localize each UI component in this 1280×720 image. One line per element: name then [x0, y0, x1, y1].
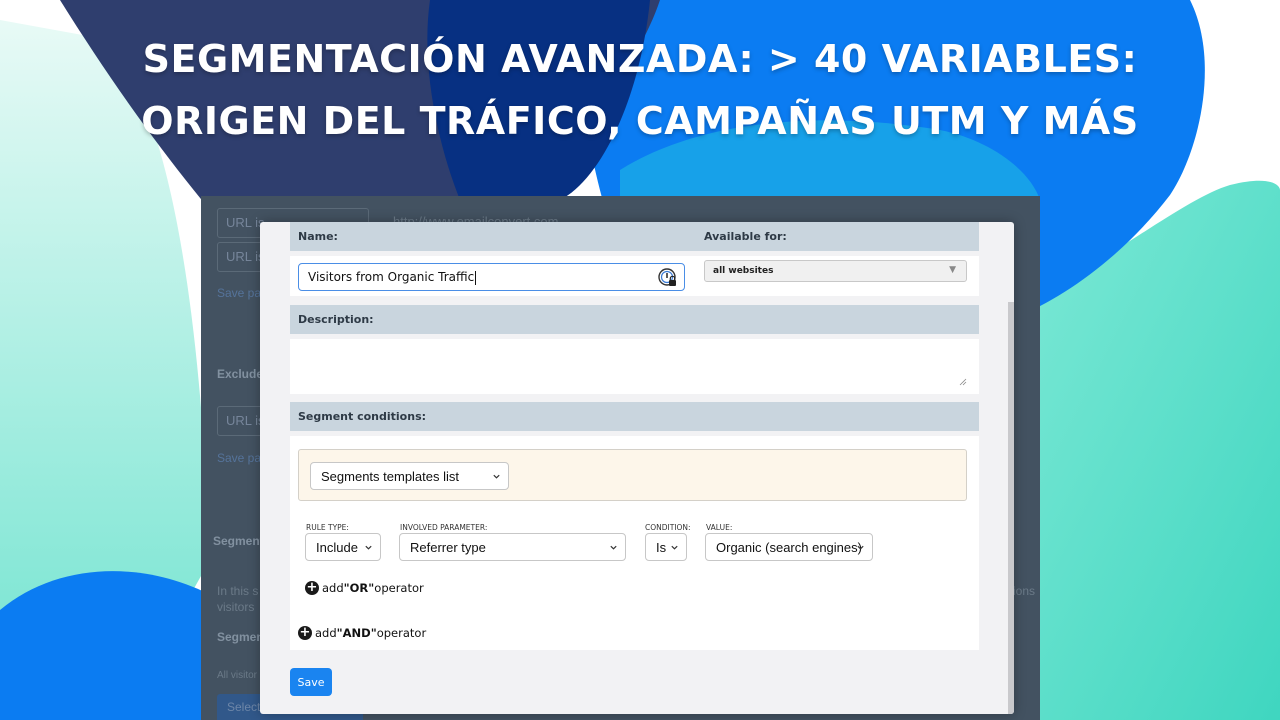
value-value: Organic (search engines)	[716, 540, 862, 555]
segments-templates-select[interactable]: Segments templates list	[310, 462, 509, 490]
or-keyword: "OR"	[343, 581, 375, 595]
save-button[interactable]: Save	[290, 668, 332, 696]
templates-box: Segments templates list	[298, 449, 967, 501]
and-suffix: operator	[376, 626, 427, 640]
value-label: VALUE:	[706, 523, 733, 532]
and-keyword: "AND"	[336, 626, 377, 640]
save-link: Save pa	[217, 286, 262, 300]
templates-select-value: Segments templates list	[321, 469, 460, 484]
headline: SEGMENTACIÓN AVANZADA: > 40 VARIABLES: O…	[0, 28, 1280, 152]
resize-handle-icon[interactable]	[959, 378, 967, 386]
chevron-down-icon	[671, 545, 678, 550]
segment-name-input[interactable]: Visitors from Organic Traffic	[298, 263, 685, 291]
headline-line-1: SEGMENTACIÓN AVANZADA: > 40 VARIABLES:	[142, 37, 1138, 81]
or-prefix: add	[322, 581, 344, 595]
value-select[interactable]: Organic (search engines)	[705, 533, 873, 561]
segment-label-2: Segmen	[217, 630, 264, 644]
name-panel: Visitors from Organic Traffic all websit…	[290, 256, 979, 296]
save-link-2: Save pa	[217, 451, 262, 465]
condition-label: CONDITION:	[645, 523, 691, 532]
description-textarea[interactable]	[290, 339, 979, 394]
intro-text-2: visitors	[217, 600, 255, 614]
segment-name-value: Visitors from Organic Traffic	[308, 270, 475, 284]
rule-type-label: RULE TYPE:	[306, 523, 349, 532]
conditions-header: Segment conditions:	[298, 410, 427, 423]
text-cursor	[475, 270, 477, 285]
intro-tail: ions	[1013, 584, 1036, 598]
and-prefix: add	[315, 626, 337, 640]
parameter-label: INVOLVED PARAMETER:	[400, 523, 488, 532]
chevron-down-icon	[493, 474, 500, 479]
caret-down-icon: ▼	[949, 265, 956, 275]
involved-parameter-select[interactable]: Referrer type	[399, 533, 626, 561]
available-for-select[interactable]: all websites ▼	[704, 260, 967, 282]
chevron-down-icon	[365, 545, 372, 550]
intro-text: In this s	[217, 584, 259, 598]
segment-label: Segment	[213, 534, 264, 548]
description-section-header: Description:	[290, 305, 979, 334]
headline-line-2: ORIGEN DEL TRÁFICO, CAMPAÑAS UTM Y MÁS	[141, 99, 1139, 143]
chevron-down-icon	[610, 545, 617, 550]
rule-type-value: Include	[316, 540, 358, 555]
condition-select[interactable]: Is	[645, 533, 687, 561]
name-header: Name:	[298, 230, 338, 243]
or-suffix: operator	[374, 581, 424, 595]
conditions-section-header: Segment conditions:	[290, 402, 979, 431]
conditions-panel: Segments templates list RULE TYPE: INVOL…	[290, 436, 979, 650]
rule-type-select[interactable]: Include	[305, 533, 381, 561]
add-and-operator[interactable]: + add "AND" operator	[298, 626, 426, 640]
lock-icon[interactable]	[658, 268, 678, 288]
description-header: Description:	[298, 313, 374, 326]
plus-circle-icon: +	[305, 580, 319, 595]
available-for-value: all websites	[713, 266, 774, 276]
all-visitors: All visitor	[217, 670, 258, 681]
chevron-down-icon	[857, 545, 864, 550]
parameter-value: Referrer type	[410, 540, 486, 555]
exclude-label: Exclude	[217, 367, 264, 381]
add-or-operator[interactable]: + add "OR" operator	[305, 581, 424, 595]
available-header: Available for:	[704, 230, 787, 243]
modal-scrollbar[interactable]	[1008, 302, 1014, 714]
plus-circle-icon: +	[298, 625, 312, 640]
segment-editor-modal: Name: Available for: Visitors from Organ…	[260, 222, 1014, 714]
name-section-header: Name: Available for:	[290, 222, 979, 251]
condition-value: Is	[656, 540, 667, 555]
